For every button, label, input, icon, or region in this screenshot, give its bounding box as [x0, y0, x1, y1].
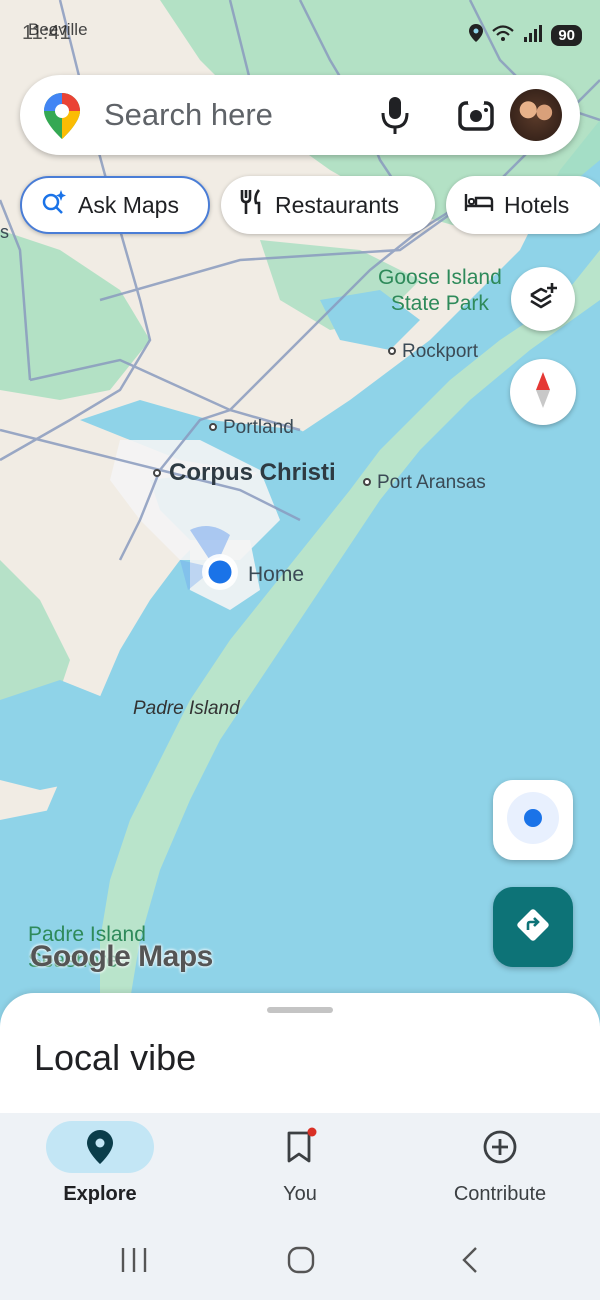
status-bar: Beeville 11:41 90 [0, 0, 600, 64]
edge-label: s [0, 222, 9, 242]
compass-icon [533, 370, 553, 415]
ask-maps-chip[interactable]: Ask Maps [20, 176, 210, 234]
portland-dot [209, 423, 217, 431]
ask-maps-label: Ask Maps [78, 191, 179, 218]
port-aransas-dot [363, 478, 371, 486]
rockport-dot [388, 347, 396, 355]
recent-apps-icon[interactable] [120, 1245, 148, 1280]
sheet-drag-handle[interactable] [267, 1007, 333, 1013]
search-input[interactable]: Search here [104, 97, 273, 133]
nav-contribute-label: Contribute [453, 1183, 547, 1205]
sparkle-search-icon [40, 188, 68, 222]
bookmark-icon [246, 1121, 354, 1173]
google-maps-logo: Google Maps [30, 940, 213, 973]
location-pin-icon [46, 1121, 154, 1173]
fork-knife-icon [239, 188, 265, 222]
nav-you[interactable]: You [200, 1113, 400, 1223]
current-location-marker[interactable] [170, 520, 260, 610]
layers-add-icon [527, 281, 559, 318]
system-navigation-bar [0, 1223, 600, 1300]
nav-you-label: You [283, 1183, 317, 1205]
signal-icon [523, 24, 543, 47]
back-icon[interactable] [458, 1245, 482, 1280]
nav-explore-label: Explore [63, 1183, 137, 1205]
search-bar[interactable]: Search here [20, 75, 580, 155]
google-lens-icon[interactable] [456, 95, 496, 140]
corpus-christi-label[interactable]: Corpus Christi [169, 459, 336, 487]
corpus-christi-dot [153, 469, 161, 477]
add-circle-icon [446, 1121, 554, 1173]
my-location-button[interactable] [493, 780, 573, 860]
microphone-icon[interactable] [378, 95, 412, 140]
restaurants-label: Restaurants [275, 191, 400, 218]
battery-indicator: 90 [551, 25, 582, 46]
wifi-icon [491, 24, 515, 47]
nav-contribute[interactable]: Contribute [400, 1113, 600, 1223]
status-time: 11:41 [22, 22, 71, 44]
goose-island-label[interactable]: Goose Island State Park [378, 265, 502, 317]
directions-button[interactable] [493, 887, 573, 967]
rockport-label[interactable]: Rockport [402, 341, 478, 363]
sheet-title: Local vibe [34, 1037, 197, 1078]
my-location-icon [505, 790, 561, 851]
bottom-navigation: Explore You Contribute [0, 1113, 600, 1223]
nav-explore[interactable]: Explore [0, 1113, 200, 1223]
layers-button[interactable] [511, 267, 575, 331]
portland-label[interactable]: Portland [223, 417, 294, 439]
hotels-label: Hotels [504, 191, 570, 218]
location-status-icon [469, 24, 484, 47]
bottom-sheet[interactable]: Local vibe [0, 993, 600, 1118]
port-aransas-label[interactable]: Port Aransas [377, 472, 486, 494]
compass-button[interactable] [510, 359, 576, 425]
hotels-chip[interactable]: Hotels [446, 176, 600, 234]
profile-avatar[interactable] [510, 89, 562, 141]
padre-island-label[interactable]: Padre Island [133, 698, 240, 720]
home-icon[interactable] [286, 1245, 316, 1280]
restaurants-chip[interactable]: Restaurants [221, 176, 435, 234]
directions-icon [513, 905, 553, 950]
google-maps-pin-icon [44, 93, 80, 144]
bed-icon [464, 191, 494, 219]
